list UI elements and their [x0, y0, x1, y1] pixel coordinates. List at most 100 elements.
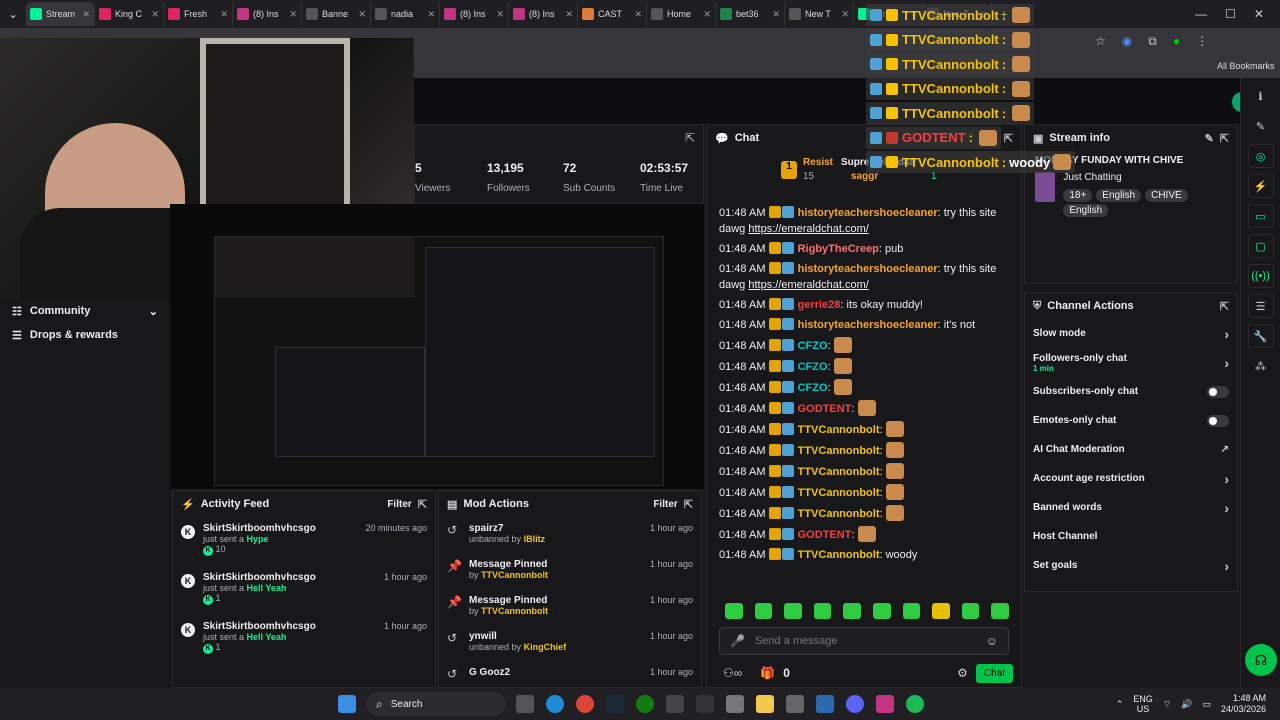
- toggle-switch[interactable]: [1207, 385, 1229, 398]
- chat-link[interactable]: https://emeraldchat.com/: [748, 279, 868, 291]
- users-icon[interactable]: ⚇∞: [723, 666, 742, 680]
- microphone-icon[interactable]: 🎤: [730, 634, 745, 648]
- chat-username[interactable]: RigbyTheCreep: [798, 243, 879, 255]
- stream-preview[interactable]: [170, 204, 704, 489]
- battery-icon[interactable]: ▭: [1202, 699, 1211, 710]
- browser-tab[interactable]: Home ✕: [647, 2, 716, 26]
- toggle-switch[interactable]: [1207, 414, 1229, 427]
- close-tab-icon[interactable]: ✕: [841, 9, 849, 20]
- chat-message[interactable]: 01:48 AM TTVCannonbolt:: [719, 461, 1015, 482]
- chat-message[interactable]: 01:48 AM GODTENT:: [719, 524, 1015, 545]
- chat-username[interactable]: historyteachershoecleaner: [798, 207, 938, 219]
- chat-settings-icon[interactable]: ⚙: [957, 666, 968, 680]
- emoji-icon[interactable]: ☺: [986, 634, 998, 648]
- bookmark-star-icon[interactable]: ☆: [1095, 34, 1106, 49]
- popout-icon[interactable]: ⇱: [1220, 300, 1229, 313]
- channel-action-row[interactable]: Subscribers-only chat: [1025, 377, 1237, 406]
- list-item[interactable]: 📌 Message Pinned by TTVCannonbolt 1 hour…: [439, 589, 701, 625]
- chat-message[interactable]: 01:48 AM historyteachershoecleaner: try …: [719, 203, 1015, 239]
- leaderboard-user-1[interactable]: Resist: [803, 157, 833, 168]
- close-tab-icon[interactable]: ✕: [634, 9, 642, 20]
- chat-bubble-icon[interactable]: ▢: [1247, 234, 1274, 258]
- close-tab-icon[interactable]: ✕: [220, 9, 228, 20]
- browser-menu-icon[interactable]: ⋮: [1196, 34, 1208, 49]
- epic-icon[interactable]: [696, 695, 714, 713]
- browser-tab[interactable]: bet36 ✕: [716, 2, 785, 26]
- language-indicator[interactable]: ENG US: [1133, 694, 1153, 714]
- close-tab-icon[interactable]: ✕: [151, 9, 159, 20]
- mod-filter-button[interactable]: Filter: [653, 499, 677, 510]
- steam-icon[interactable]: [606, 695, 624, 713]
- chat-username[interactable]: TTVCannonbolt: [798, 445, 880, 457]
- stream-category[interactable]: Just Chatting: [1063, 172, 1227, 183]
- close-tab-icon[interactable]: ✕: [289, 9, 297, 20]
- chat-username[interactable]: TTVCannonbolt: [798, 424, 880, 436]
- xbox-icon[interactable]: [636, 695, 654, 713]
- list-icon[interactable]: ☰: [1247, 294, 1274, 318]
- list-item[interactable]: ↺ spairz7 unbanned by lBlitz 1 hour ago: [439, 517, 701, 553]
- mod-action-by[interactable]: TTVCannonbolt: [481, 606, 548, 616]
- channel-action-row[interactable]: Banned words ›: [1025, 493, 1237, 522]
- volume-icon[interactable]: 🔊: [1181, 699, 1192, 710]
- emote-icon[interactable]: [902, 603, 921, 619]
- store-icon[interactable]: [786, 695, 804, 713]
- close-tab-icon[interactable]: ✕: [703, 9, 711, 20]
- chat-username[interactable]: CFZO: [798, 340, 828, 352]
- chat-input[interactable]: [754, 635, 976, 647]
- emote-icon[interactable]: [872, 603, 891, 619]
- file-explorer-icon[interactable]: [756, 695, 774, 713]
- close-tab-icon[interactable]: ✕: [358, 9, 366, 20]
- chevron-up-icon[interactable]: ⌃: [1116, 699, 1124, 710]
- browser-tab[interactable]: Banne ✕: [302, 2, 371, 26]
- task-view-icon[interactable]: [516, 695, 534, 713]
- activity-filter-button[interactable]: Filter: [387, 499, 411, 510]
- maximize-icon[interactable]: ☐: [1225, 7, 1236, 21]
- dots-icon[interactable]: ⁂: [1248, 354, 1274, 378]
- wifi-icon[interactable]: ⌔: [1163, 699, 1171, 710]
- support-button[interactable]: ☊: [1245, 644, 1277, 676]
- profile-avatar[interactable]: ●: [1173, 34, 1180, 49]
- chat-message[interactable]: 01:48 AM TTVCannonbolt:: [719, 503, 1015, 524]
- clock[interactable]: 1:48 AM 24/03/2026: [1221, 693, 1266, 715]
- settings-icon[interactable]: [726, 695, 744, 713]
- discord-icon[interactable]: [846, 695, 864, 713]
- tab-search-button[interactable]: ⌄: [0, 7, 26, 21]
- chat-message[interactable]: 01:48 AM gerrie28: its okay muddy!: [719, 295, 1015, 315]
- channel-action-row[interactable]: Followers-only chat 1 min ›: [1025, 348, 1237, 377]
- minimize-icon[interactable]: —: [1195, 7, 1207, 21]
- nav-drops[interactable]: ☰ Drops & rewards: [0, 322, 170, 348]
- emote-icon[interactable]: [813, 603, 832, 619]
- chat-username[interactable]: historyteachershoecleaner: [798, 319, 938, 331]
- stream-tag[interactable]: 18+: [1063, 189, 1093, 202]
- chat-username[interactable]: TTVCannonbolt: [798, 549, 880, 561]
- emote-icon[interactable]: [843, 603, 861, 619]
- nav-community[interactable]: ☷ Community ⌄: [0, 300, 170, 322]
- target-icon[interactable]: ◎: [1247, 144, 1274, 168]
- chat-username[interactable]: CFZO: [798, 382, 828, 394]
- browser-tab[interactable]: (8) Ins ✕: [509, 2, 578, 26]
- channel-action-row[interactable]: Emotes-only chat: [1025, 406, 1237, 435]
- chat-username[interactable]: TTVCannonbolt: [798, 508, 880, 520]
- browser-tab[interactable]: nadia ✕: [371, 2, 440, 26]
- close-tab-icon[interactable]: ✕: [427, 9, 435, 20]
- extensions-puzzle-icon[interactable]: ⧉: [1148, 34, 1157, 49]
- chat-username[interactable]: TTVCannonbolt: [798, 466, 880, 478]
- info-icon[interactable]: ℹ: [1248, 84, 1274, 108]
- stream-tag[interactable]: English: [1096, 189, 1142, 202]
- list-item[interactable]: K SkirtSkirtboomhvhcsgo just sent a Hell…: [173, 566, 435, 615]
- app-icon[interactable]: [666, 695, 684, 713]
- close-tab-icon[interactable]: ✕: [565, 9, 573, 20]
- stream-tag[interactable]: CHIVE: [1145, 189, 1188, 202]
- edge-icon[interactable]: [546, 695, 564, 713]
- chat-link[interactable]: https://emeraldchat.com/: [748, 223, 868, 235]
- close-tab-icon[interactable]: ✕: [772, 9, 780, 20]
- list-item[interactable]: K SkirtSkirtboomhvhcsgo just sent a Hell…: [173, 615, 435, 664]
- extension-icon[interactable]: ◉: [1122, 34, 1132, 49]
- stream-tag[interactable]: English: [1063, 204, 1109, 217]
- wrench-icon[interactable]: 🔧: [1247, 324, 1274, 348]
- list-item[interactable]: 📌 Message Pinned by TTVCannonbolt 1 hour…: [439, 553, 701, 589]
- close-tab-icon[interactable]: ✕: [496, 9, 504, 20]
- emote-icon[interactable]: [991, 603, 1009, 619]
- close-window-icon[interactable]: ✕: [1254, 7, 1264, 21]
- chat-message[interactable]: 01:48 AM CFZO:: [719, 356, 1015, 377]
